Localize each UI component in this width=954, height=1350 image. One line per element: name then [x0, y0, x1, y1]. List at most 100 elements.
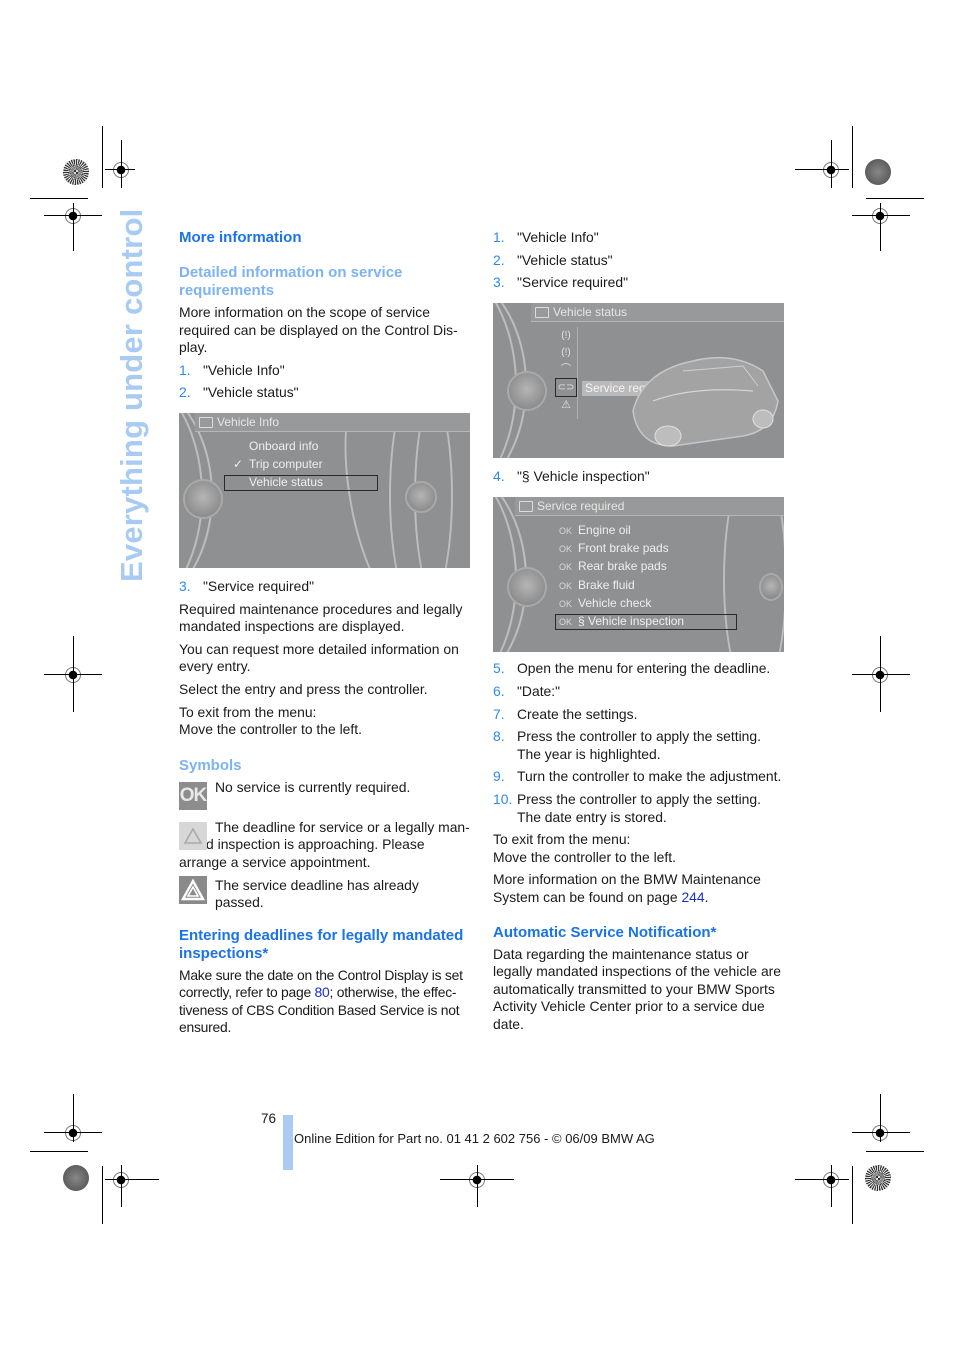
auto-notification-paragraph: Data regarding the maintenance status or…	[493, 945, 782, 1032]
vehicle-info-icon	[199, 416, 213, 428]
footer-accent-bar	[283, 1115, 293, 1170]
step-number: 2.	[493, 251, 505, 268]
symbol-item: The service deadline has already passed.	[179, 875, 471, 913]
vehicle-status-icon	[535, 306, 549, 318]
service-item: OK Vehicle check	[559, 596, 652, 611]
symbol-item: The deadline for service or a legally ma…	[179, 819, 471, 872]
step-number: 9.	[493, 768, 505, 785]
exit-instruction: To exit from the menu: Move the controll…	[493, 831, 676, 865]
controller-knob-icon	[183, 478, 223, 519]
crop-line	[102, 126, 103, 188]
crop-line	[102, 1166, 103, 1224]
step-number: 6.	[493, 682, 505, 699]
step-number: 8.	[493, 728, 505, 745]
step-text: Press the controller to apply the settin…	[517, 790, 761, 807]
color-bar-icon	[865, 159, 891, 185]
crop-line	[852, 126, 853, 188]
step-text: Open the menu for entering the deadline.	[517, 660, 771, 677]
right-column: 1. "Vehicle Info" 2. "Vehicle status" 3.…	[493, 229, 785, 1033]
step-item: 6. "Date:"	[493, 683, 785, 701]
crop-line	[30, 1151, 88, 1152]
page-number: 76	[261, 1111, 277, 1126]
controller-knob-icon	[507, 567, 547, 608]
symbols-list: OK No service is currently required. The…	[179, 779, 471, 913]
step-number: 5.	[493, 660, 505, 677]
left-column: More information Detailed information on…	[179, 229, 471, 1037]
step-text: "Service required"	[517, 274, 629, 291]
screen-header: Vehicle Info	[195, 412, 470, 432]
menu-item-trip-computer: Trip computer	[249, 456, 323, 471]
controller-knob-icon	[507, 370, 547, 411]
step-text: "§ Vehicle inspection"	[517, 467, 650, 484]
edition-note: Online Edition for Part no. 01 41 2 602 …	[294, 1131, 655, 1146]
crop-line	[866, 198, 924, 199]
symbol-item: OK No service is currently required.	[179, 779, 471, 815]
page-link-80[interactable]: 80	[315, 984, 330, 1000]
page-link-244[interactable]: 244	[681, 889, 704, 905]
check-icon: ✓	[233, 456, 244, 471]
step-number: 2.	[179, 384, 191, 401]
step-result: The year is highlighted.	[517, 745, 661, 762]
crop-line	[852, 1166, 853, 1224]
menu-item-vehicle-status: Vehicle status	[249, 474, 324, 489]
warning-dark-icon	[179, 875, 207, 904]
step-number: 7.	[493, 705, 505, 722]
screenshot-vehicle-status: Vehicle status (!) (!) ⌒ ⊂⊃ ⚠ Service re…	[493, 302, 784, 458]
step-number: 10.	[493, 790, 513, 807]
step-item: 5. Open the menu for entering the deadli…	[493, 660, 785, 678]
scroll-knob-icon	[405, 480, 437, 513]
intro-paragraph: More information on the scope of service…	[179, 304, 458, 356]
step-text: "Date:"	[517, 682, 561, 699]
paragraph: You can request more detailed informatio…	[179, 640, 459, 675]
step-result: The date entry is stored.	[517, 808, 667, 825]
service-item-selected: OK § Vehicle inspection	[559, 614, 685, 629]
step-text: "Vehicle Info"	[517, 229, 599, 245]
deadlines-paragraph: Make sure the date on the Control Displa…	[179, 966, 463, 1036]
step-text: Create the settings.	[517, 705, 638, 722]
service-item: OK Rear brake pads	[559, 559, 667, 574]
status-icon-column: (!) (!) ⌒ ⊂⊃ ⚠	[555, 326, 578, 419]
menu-item-onboard-info: Onboard info	[249, 438, 319, 453]
step-number: 1.	[179, 361, 191, 378]
step-item: 7. Create the settings.	[493, 706, 785, 724]
step-item: 3. "Service required"	[493, 274, 785, 292]
color-bar-icon	[63, 1165, 89, 1191]
steps-list: 1. "Vehicle Info" 2. "Vehicle status"	[179, 362, 471, 402]
color-bar-icon	[865, 1165, 891, 1191]
step-item: 2. "Vehicle status"	[179, 384, 471, 402]
crop-line	[30, 198, 88, 199]
screenshot-vehicle-info: Vehicle Info Onboard info ✓ Trip compute…	[179, 412, 470, 568]
screenshot-service-required: Service required OK Engine oil OK Front br…	[493, 497, 784, 653]
step-number: 3.	[179, 577, 191, 594]
screen-header: Vehicle status	[531, 302, 784, 322]
service-item: OK Engine oil	[559, 523, 631, 538]
symbol-text: No service is currently required.	[215, 778, 411, 795]
step-item: 3. "Service required"	[179, 578, 471, 596]
tire-warning-icon: (!)	[561, 346, 571, 358]
steps-list: 5. Open the menu for entering the deadli…	[493, 660, 785, 826]
step-text: "Vehicle status"	[203, 384, 299, 401]
symbol-text: The service deadline has already passed.	[215, 876, 419, 911]
symbols-title: Symbols	[179, 756, 242, 774]
subsection-title-service-requirements: Detailed information on service requirem…	[179, 264, 403, 299]
step-number: 4.	[493, 467, 505, 484]
warning-triangle-icon: ⚠	[561, 398, 571, 411]
steps-list: 1. "Vehicle Info" 2. "Vehicle status" 3.…	[493, 229, 785, 292]
step-number: 3.	[493, 274, 505, 291]
step-item: 10. Press the controller to apply the se…	[493, 791, 785, 826]
section-title-automatic-service-notification: Automatic Service Notification*	[493, 923, 717, 941]
paragraph: Required maintenance procedures and lega…	[179, 600, 463, 635]
chapter-side-title: Everything under control	[114, 208, 149, 582]
step-text: Turn the controller to make the adjustme…	[517, 768, 782, 785]
oil-can-icon: ⌒	[561, 363, 571, 375]
service-car-icon: ⊂⊃	[555, 377, 577, 397]
ok-icon: OK	[179, 781, 207, 810]
step-number: 1.	[493, 229, 505, 245]
more-info-paragraph: More information on the BMW Maintenance …	[493, 871, 761, 905]
warning-light-icon	[179, 821, 207, 850]
step-item: 4. "§ Vehicle inspection"	[493, 468, 785, 486]
step-text: Press the controller to apply the settin…	[517, 728, 761, 745]
step-text: "Vehicle Info"	[203, 361, 285, 378]
symbol-text: The deadline for service or a legally ma…	[179, 818, 470, 870]
crop-line	[866, 1151, 924, 1152]
